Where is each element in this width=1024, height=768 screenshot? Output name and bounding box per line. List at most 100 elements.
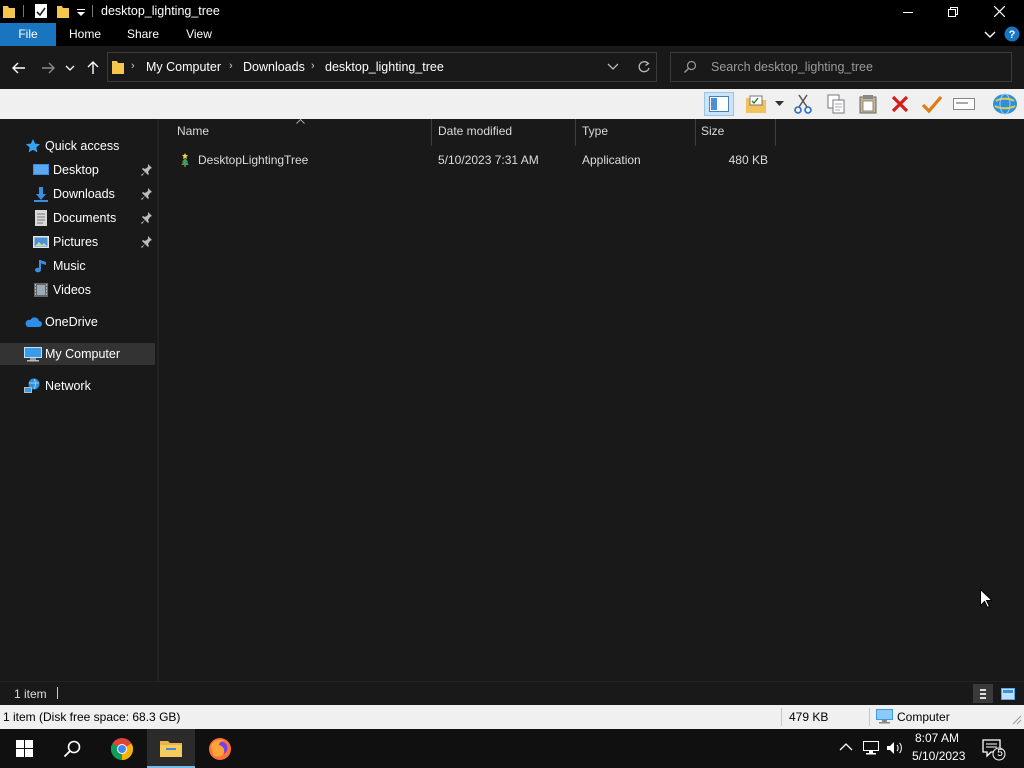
rename-button[interactable] (920, 92, 944, 116)
recent-locations-button[interactable] (62, 58, 78, 78)
status-separator (57, 687, 58, 699)
search-input[interactable]: Search desktop_lighting_tree (711, 60, 873, 74)
start-button[interactable] (0, 729, 48, 768)
nav-desktop-label: Desktop (53, 163, 99, 177)
firefox-icon (208, 737, 232, 761)
file-name: DesktopLightingTree (198, 153, 309, 167)
download-arrow-icon (33, 186, 49, 202)
pin-icon (141, 211, 153, 225)
select-all-button[interactable] (952, 92, 976, 116)
select-all-icon (953, 95, 975, 113)
preview-pane-icon (709, 96, 729, 112)
svg-text:?: ? (1009, 29, 1016, 41)
nav-onedrive-label: OneDrive (45, 315, 98, 329)
mouse-cursor-icon (980, 589, 992, 608)
file-type: Application (582, 153, 641, 167)
cut-button[interactable] (791, 92, 815, 116)
forward-button[interactable] (38, 58, 58, 78)
pin-icon (141, 187, 153, 201)
restore-button[interactable] (930, 0, 976, 23)
breadcrumb-my-computer[interactable]: My Computer (146, 60, 221, 74)
nav-quick-access[interactable]: Quick access (0, 135, 155, 157)
taskbar: 8:07 AM 5/10/2023 5 (0, 729, 1024, 768)
folder-icon[interactable] (2, 3, 16, 19)
up-button[interactable] (83, 58, 103, 78)
properties-dropdown-icon[interactable] (775, 101, 784, 107)
delete-x-icon (890, 94, 910, 114)
nav-onedrive[interactable]: OneDrive (0, 311, 155, 333)
refresh-icon[interactable] (637, 60, 651, 74)
firefox-taskbar-button[interactable] (196, 729, 244, 768)
clock-date[interactable]: 5/10/2023 (912, 749, 965, 763)
close-icon (993, 6, 1005, 17)
paste-button[interactable] (856, 92, 880, 116)
search-box[interactable]: Search desktop_lighting_tree (670, 52, 1012, 82)
nav-documents[interactable]: Documents (0, 207, 155, 229)
nav-quick-access-label: Quick access (45, 139, 120, 153)
expand-ribbon-icon[interactable] (983, 28, 997, 42)
nav-desktop[interactable]: Desktop (0, 159, 155, 181)
preview-pane-button[interactable] (704, 92, 734, 116)
taskbar-search-button[interactable] (48, 729, 96, 768)
clock-time[interactable]: 8:07 AM (915, 731, 959, 745)
customize-qat-icon[interactable] (75, 3, 87, 19)
close-button[interactable] (976, 0, 1022, 23)
large-icons-view-button[interactable] (998, 684, 1018, 703)
details-view-icon (977, 688, 989, 700)
desktop-icon (33, 162, 49, 178)
title-bar: desktop_lighting_tree (0, 0, 1024, 23)
film-icon (33, 282, 49, 298)
show-hidden-icons-icon[interactable] (839, 742, 853, 752)
nav-network[interactable]: Network (0, 375, 155, 397)
window-title: desktop_lighting_tree (101, 4, 220, 18)
nav-music[interactable]: Music (0, 255, 155, 277)
network-globe-button[interactable] (990, 92, 1020, 116)
tab-home[interactable]: Home (60, 23, 110, 46)
help-icon[interactable]: ? (1004, 26, 1020, 42)
scissors-icon (793, 94, 813, 114)
address-dropdown-icon[interactable] (607, 62, 619, 72)
tab-view[interactable]: View (175, 23, 223, 46)
file-date-modified: 5/10/2023 7:31 AM (438, 153, 539, 167)
back-arrow-icon (12, 61, 26, 75)
address-bar[interactable]: › My Computer › Downloads › desktop_ligh… (107, 52, 657, 82)
up-arrow-icon (86, 61, 100, 75)
forward-arrow-icon (41, 61, 55, 75)
qat-separator (23, 3, 25, 19)
nav-downloads[interactable]: Downloads (0, 183, 155, 205)
breadcrumb-downloads[interactable]: Downloads (243, 60, 305, 74)
copy-button[interactable] (824, 92, 848, 116)
chrome-icon (110, 737, 134, 761)
details-separator (781, 708, 782, 726)
resize-grip-icon[interactable] (1012, 715, 1022, 725)
large-icons-view-icon (1001, 687, 1015, 700)
properties-icon[interactable] (33, 3, 49, 19)
chrome-taskbar-button[interactable] (98, 729, 146, 768)
nav-network-label: Network (45, 379, 91, 393)
details-size: 479 KB (789, 710, 829, 724)
nav-pictures-label: Pictures (53, 235, 99, 249)
tab-file[interactable]: File (0, 23, 56, 46)
details-view-button[interactable] (973, 684, 993, 703)
file-explorer-taskbar-button[interactable] (147, 729, 195, 768)
nav-my-computer[interactable]: My Computer (0, 343, 155, 365)
nav-pictures[interactable]: Pictures (0, 231, 155, 253)
copy-icon (826, 94, 846, 114)
nav-music-label: Music (53, 259, 86, 273)
new-folder-icon[interactable] (56, 3, 70, 19)
properties-button[interactable] (744, 92, 768, 116)
pin-icon (141, 163, 153, 177)
details-separator (869, 708, 870, 726)
nav-videos[interactable]: Videos (0, 279, 155, 301)
details-summary: 1 item (Disk free space: 68.3 GB) (3, 710, 181, 724)
network-status-icon[interactable] (862, 740, 880, 756)
breadcrumb-desktop-lighting-tree[interactable]: desktop_lighting_tree (325, 60, 444, 74)
table-row[interactable]: DesktopLightingTree 5/10/2023 7:31 AM Ap… (159, 119, 779, 179)
restore-icon (948, 6, 958, 17)
breadcrumb-separator-icon: › (311, 60, 315, 72)
back-button[interactable] (9, 58, 29, 78)
tab-share[interactable]: Share (118, 23, 168, 46)
volume-icon[interactable] (886, 740, 904, 756)
delete-button[interactable] (888, 92, 912, 116)
minimize-button[interactable] (885, 0, 931, 23)
